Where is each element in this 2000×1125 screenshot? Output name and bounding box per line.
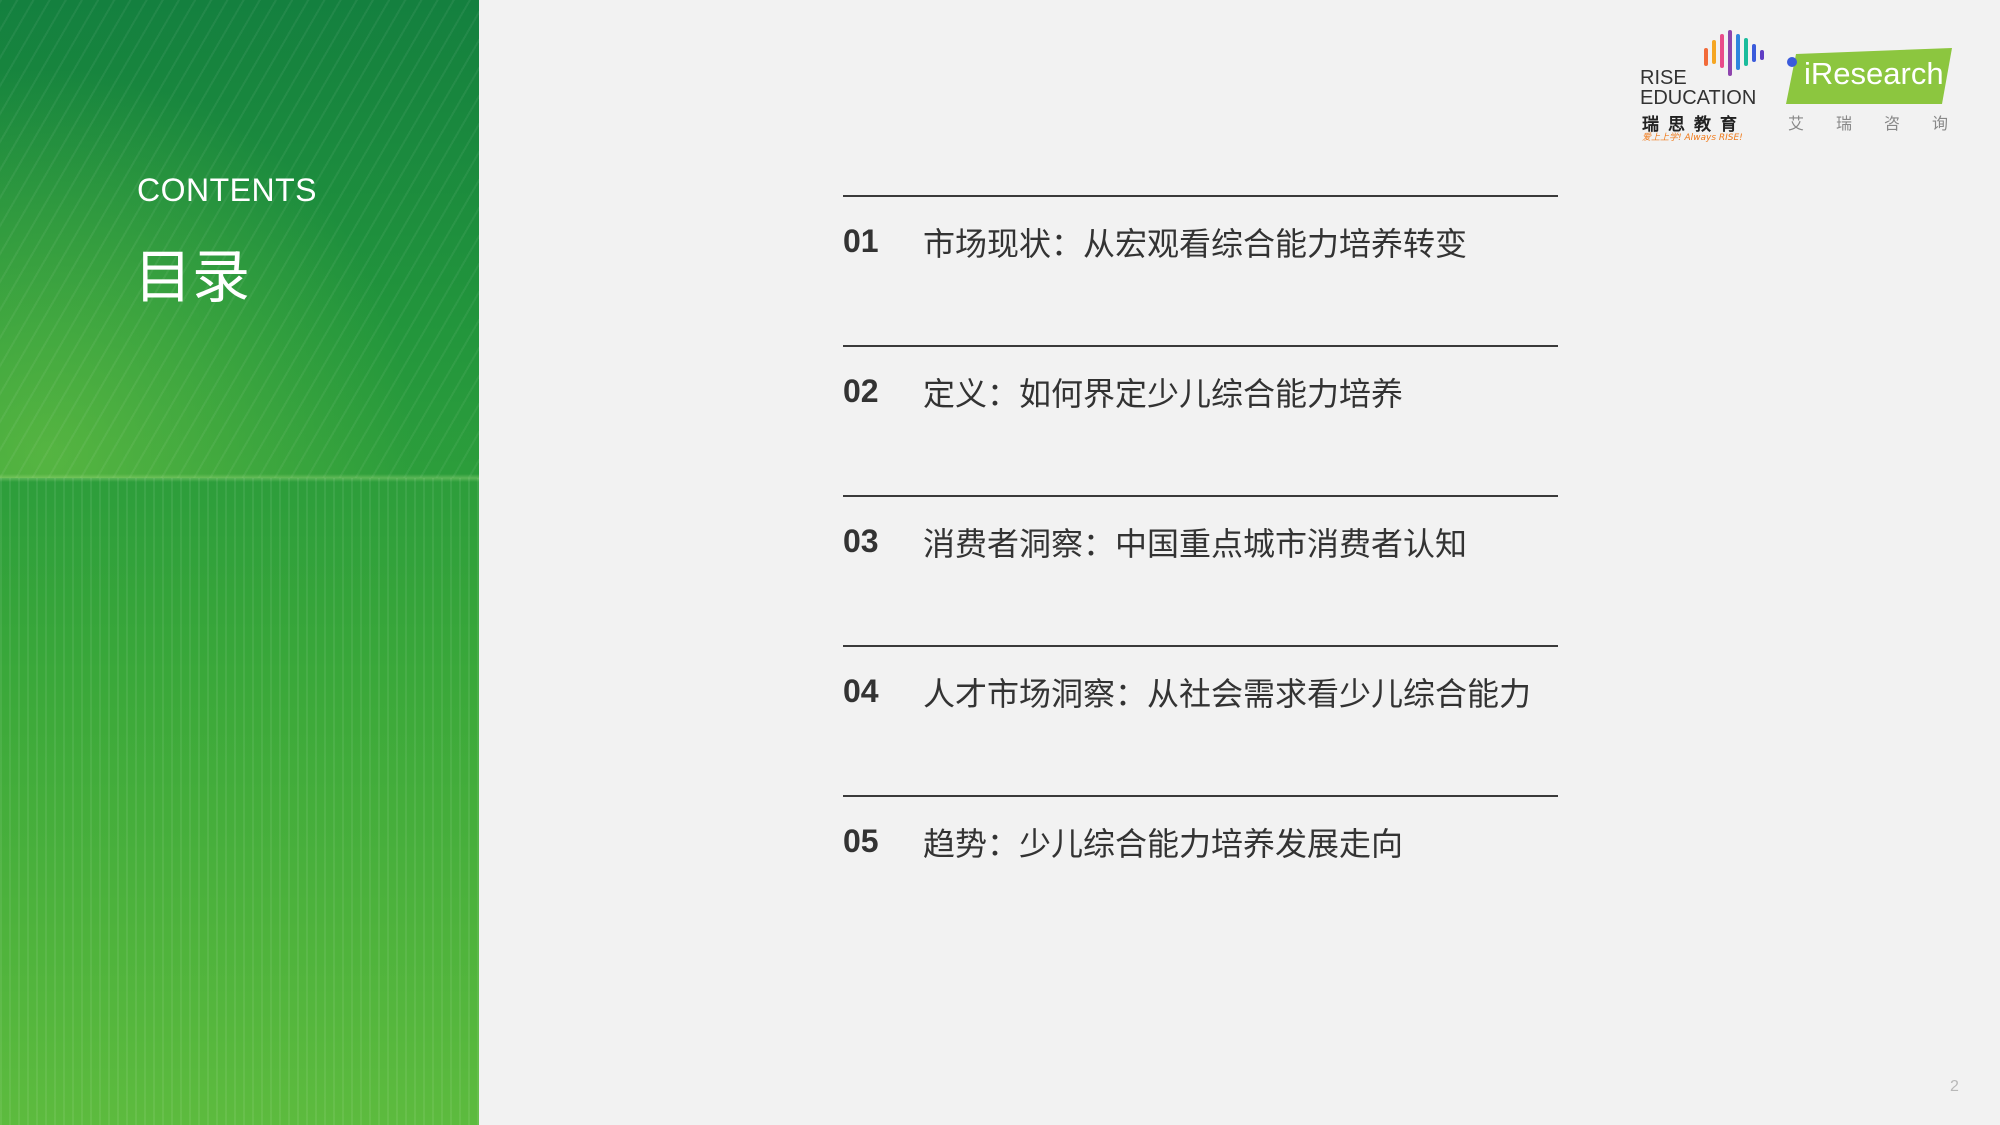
contents-label-en: CONTENTS [137,172,317,208]
toc-item-1[interactable]: 01 市场现状：从宏观看综合能力培养转变 [843,195,1558,345]
toc-item-number: 01 [843,223,879,259]
toc-item-title: 消费者洞察：中国重点城市消费者认知 [923,525,1468,563]
rise-logo-slogan: 爱上上学! Always RISE! [1642,133,1743,143]
rise-logo-line1: RISE [1640,67,1687,89]
table-of-contents: 01 市场现状：从宏观看综合能力培养转变 02 定义：如何界定少儿综合能力培养 … [843,195,1558,945]
rise-logo-text: RISE EDUCATION [1640,68,1756,108]
toc-item-title: 人才市场洞察：从社会需求看少儿综合能力 [923,675,1532,713]
sidebar-panel: CONTENTS 目录 [0,0,479,1125]
iresearch-logo-chinese: 艾瑞咨询 [1788,114,1981,133]
sidebar-stripes-bottom [0,478,479,1125]
toc-item-number: 05 [843,823,879,859]
toc-item-4[interactable]: 04 人才市场洞察：从社会需求看少儿综合能力 [843,645,1558,795]
iresearch-logo-text: iResearch [1804,56,1944,91]
toc-item-number: 04 [843,673,879,709]
rise-education-logo: RISE EDUCATION 瑞思教育 爱上上学! Always RISE! [1640,30,1765,150]
toc-item-number: 02 [843,373,879,409]
iresearch-logo: iResearch 艾瑞咨询 [1786,48,1956,138]
toc-item-title: 趋势：少儿综合能力培养发展走向 [923,825,1404,863]
toc-item-2[interactable]: 02 定义：如何界定少儿综合能力培养 [843,345,1558,495]
contents-label-zh: 目录 [134,243,251,311]
toc-item-3[interactable]: 03 消费者洞察：中国重点城市消费者认知 [843,495,1558,645]
toc-item-title: 定义：如何界定少儿综合能力培养 [923,375,1404,413]
toc-item-title: 市场现状：从宏观看综合能力培养转变 [923,225,1468,263]
page-number: 2 [1950,1078,1959,1095]
toc-item-5[interactable]: 05 趋势：少儿综合能力培养发展走向 [843,795,1558,945]
rise-logo-line2: EDUCATION [1640,87,1757,109]
toc-item-number: 03 [843,523,879,559]
